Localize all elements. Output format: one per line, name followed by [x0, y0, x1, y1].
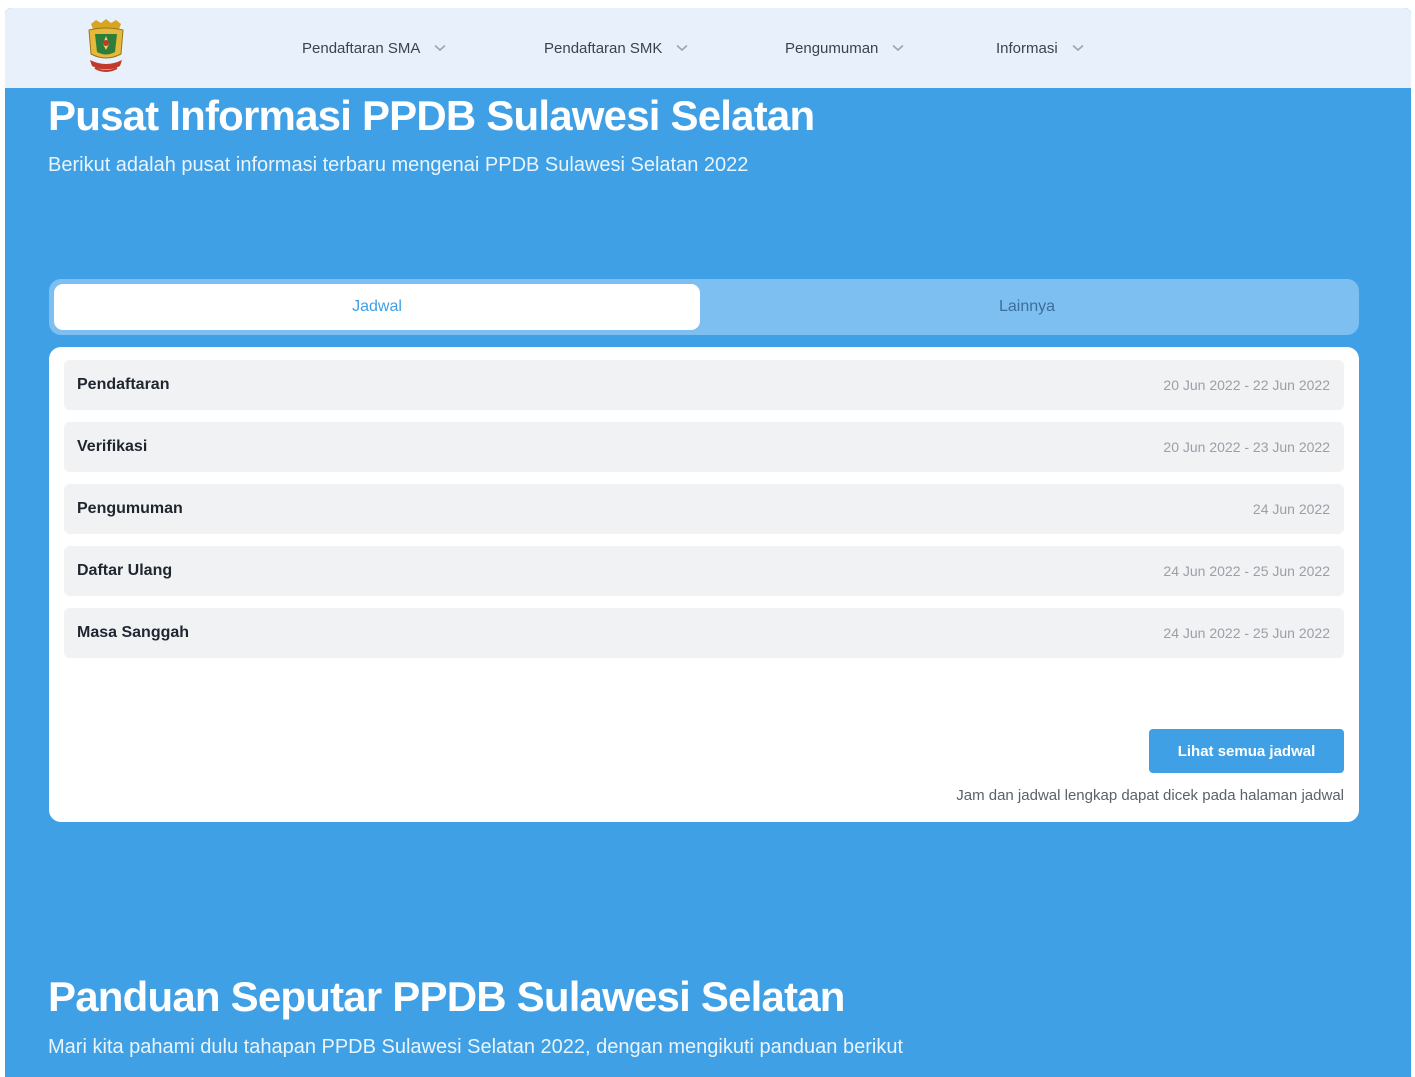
- tab-jadwal[interactable]: Jadwal: [54, 284, 700, 330]
- nav-label: Pendaftaran SMK: [544, 39, 663, 57]
- page-title: Pusat Informasi PPDB Sulawesi Selatan: [48, 92, 815, 139]
- schedule-row: Masa Sanggah 24 Jun 2022 - 25 Jun 2022: [64, 608, 1344, 658]
- guide-subtitle: Mari kita pahami dulu tahapan PPDB Sulaw…: [48, 1036, 903, 1058]
- schedule-label: Masa Sanggah: [77, 624, 190, 641]
- schedule-card: Pendaftaran 20 Jun 2022 - 22 Jun 2022 Ve…: [49, 347, 1359, 822]
- schedule-label: Pendaftaran: [77, 376, 170, 393]
- schedule-label: Verifikasi: [77, 438, 148, 455]
- chevron-down-icon: [434, 44, 446, 52]
- nav-pengumuman[interactable]: Pengumuman: [785, 37, 904, 59]
- schedule-row: Pendaftaran 20 Jun 2022 - 22 Jun 2022: [64, 360, 1344, 410]
- schedule-label: Pengumuman: [77, 500, 183, 517]
- schedule-date: 20 Jun 2022 - 22 Jun 2022: [1163, 377, 1330, 393]
- chevron-down-icon: [676, 44, 688, 52]
- chevron-down-icon: [892, 44, 904, 52]
- tab-lainnya[interactable]: Lainnya: [700, 284, 1354, 330]
- schedule-date: 24 Jun 2022: [1252, 501, 1330, 517]
- tab-bar: Jadwal Lainnya: [49, 279, 1359, 335]
- schedule-row: Daftar Ulang 24 Jun 2022 - 25 Jun 2022: [64, 546, 1344, 596]
- schedule-date: 20 Jun 2022 - 23 Jun 2022: [1163, 439, 1330, 455]
- schedule-date: 24 Jun 2022 - 25 Jun 2022: [1163, 563, 1330, 579]
- nav-pendaftaran-smk[interactable]: Pendaftaran SMK: [544, 37, 688, 59]
- nav-label: Pengumuman: [785, 39, 879, 57]
- nav-label: Pendaftaran SMA: [302, 39, 421, 57]
- nav-informasi[interactable]: Informasi: [996, 37, 1084, 59]
- nav-label: Informasi: [996, 39, 1058, 57]
- provincial-emblem-logo[interactable]: [81, 16, 131, 78]
- schedule-row: Pengumuman 24 Jun 2022: [64, 484, 1344, 534]
- nav-pendaftaran-sma[interactable]: Pendaftaran SMA: [302, 37, 446, 59]
- guide-title: Panduan Seputar PPDB Sulawesi Selatan: [48, 973, 845, 1020]
- page-subtitle: Berikut adalah pusat informasi terbaru m…: [48, 154, 749, 176]
- chevron-down-icon: [1072, 44, 1084, 52]
- view-all-schedule-button[interactable]: Lihat semua jadwal: [1149, 729, 1344, 773]
- schedule-label: Daftar Ulang: [77, 562, 173, 579]
- schedule-note: Jam dan jadwal lengkap dapat dicek pada …: [956, 787, 1344, 804]
- schedule-date: 24 Jun 2022 - 25 Jun 2022: [1163, 625, 1330, 641]
- page-frame: Pendaftaran SMA Pendaftaran SMK Pengumum…: [5, 8, 1411, 1077]
- schedule-row: Verifikasi 20 Jun 2022 - 23 Jun 2022: [64, 422, 1344, 472]
- navbar: Pendaftaran SMA Pendaftaran SMK Pengumum…: [5, 8, 1411, 88]
- emblem-icon: [88, 19, 124, 72]
